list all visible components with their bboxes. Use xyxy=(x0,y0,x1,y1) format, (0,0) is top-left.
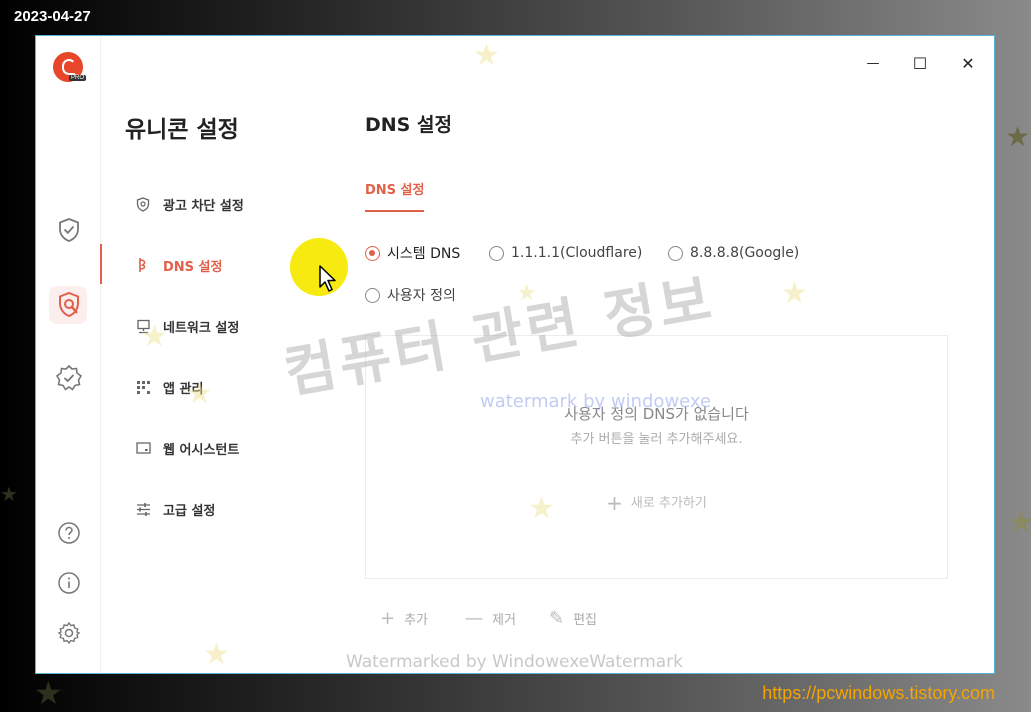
minimize-button[interactable]: — xyxy=(858,50,888,76)
watermark-text-blue: watermark by windowexe xyxy=(480,391,712,412)
radio-label: 1.1.1.1(Cloudflare) xyxy=(511,245,643,261)
nav-item-label: DNS 설정 xyxy=(163,259,223,275)
plus-icon: + xyxy=(380,608,396,629)
active-nav-indicator xyxy=(100,244,102,284)
empty-state-hint: 추가 버튼을 눌러 추가해주세요. xyxy=(570,432,743,447)
nav-item-dns[interactable]: DNS 설정 xyxy=(135,254,222,276)
tab-dns-settings[interactable]: DNS 설정 xyxy=(365,179,425,212)
icon-rail: PRO xyxy=(36,36,101,673)
shield-wrench-icon[interactable] xyxy=(54,290,84,320)
background-star-icon: ★ xyxy=(1008,505,1031,540)
minus-icon: — xyxy=(465,608,483,629)
nav-item-ad-block[interactable]: 광고 차단 설정 xyxy=(135,193,244,215)
maximize-button[interactable]: ☐ xyxy=(905,50,935,76)
radio-indicator xyxy=(365,245,380,261)
app-window: PRO — ☐ ✕ 유니콘 설정 광고 차단 설정 DNS 설정 네트워크 설정… xyxy=(35,35,995,674)
background-star-icon: ★ xyxy=(0,482,18,506)
site-url-stamp: https://pcwindows.tistory.com xyxy=(762,683,995,703)
radio-cloudflare-dns[interactable]: 1.1.1.1(Cloudflare) xyxy=(489,243,642,263)
watermark-star-icon: ★ xyxy=(781,276,808,311)
web-assistant-icon xyxy=(135,440,151,456)
remove-button[interactable]: — 제거 xyxy=(465,608,516,629)
pencil-icon: ✎ xyxy=(549,608,565,629)
pro-badge: PRO xyxy=(68,75,86,81)
watermark-star-icon: ★ xyxy=(203,637,230,672)
radio-indicator xyxy=(365,287,380,303)
nav-item-web-assistant[interactable]: 웹 어시스턴트 xyxy=(135,437,239,459)
info-icon[interactable] xyxy=(54,568,84,598)
apps-icon xyxy=(135,379,151,395)
add-button[interactable]: + 추가 xyxy=(380,608,428,629)
nav-item-label: 고급 설정 xyxy=(163,503,216,519)
background-star-icon: ★ xyxy=(1005,120,1031,153)
radio-system-dns[interactable]: 시스템 DNS xyxy=(365,243,460,263)
plus-icon: + xyxy=(606,491,623,515)
background-star-icon: ★ xyxy=(34,674,63,712)
help-icon[interactable] xyxy=(54,518,84,548)
watermark-star-icon: ★ xyxy=(528,491,555,526)
watermark-text-bottom: Watermarked by WindowexeWatermark xyxy=(346,652,684,672)
nav-item-label: 웹 어시스턴트 xyxy=(163,442,240,458)
page-title: DNS 설정 xyxy=(365,114,452,136)
settings-title: 유니콘 설정 xyxy=(125,117,239,143)
add-new-button[interactable]: + 새로 추가하기 xyxy=(366,491,947,515)
close-button[interactable]: ✕ xyxy=(953,50,983,76)
radio-label: 시스템 DNS xyxy=(387,246,461,262)
mouse-cursor-icon xyxy=(319,265,336,292)
date-stamp: 2023-04-27 xyxy=(14,8,91,25)
watermark-star-icon: ★ xyxy=(473,38,500,73)
shield-icon xyxy=(135,196,151,212)
nav-item-advanced[interactable]: 고급 설정 xyxy=(135,498,215,520)
shield-check-icon[interactable] xyxy=(54,215,84,245)
settings-icon[interactable] xyxy=(54,618,84,648)
badge-check-icon[interactable] xyxy=(54,363,84,393)
edit-button[interactable]: ✎ 편집 xyxy=(549,608,597,629)
app-logo: PRO xyxy=(53,52,86,82)
add-new-label: 새로 추가하기 xyxy=(630,496,707,511)
dns-icon xyxy=(135,257,151,273)
nav-item-label: 네트워크 설정 xyxy=(163,320,240,336)
watermark-star-icon: ★ xyxy=(186,376,213,411)
radio-indicator xyxy=(489,245,504,261)
sliders-icon xyxy=(135,501,151,517)
add-button-label: 추가 xyxy=(404,613,429,628)
nav-item-label: 광고 차단 설정 xyxy=(163,198,244,214)
remove-button-label: 제거 xyxy=(492,613,516,628)
edit-button-label: 편집 xyxy=(573,613,598,628)
watermark-star-icon: ★ xyxy=(141,319,168,354)
